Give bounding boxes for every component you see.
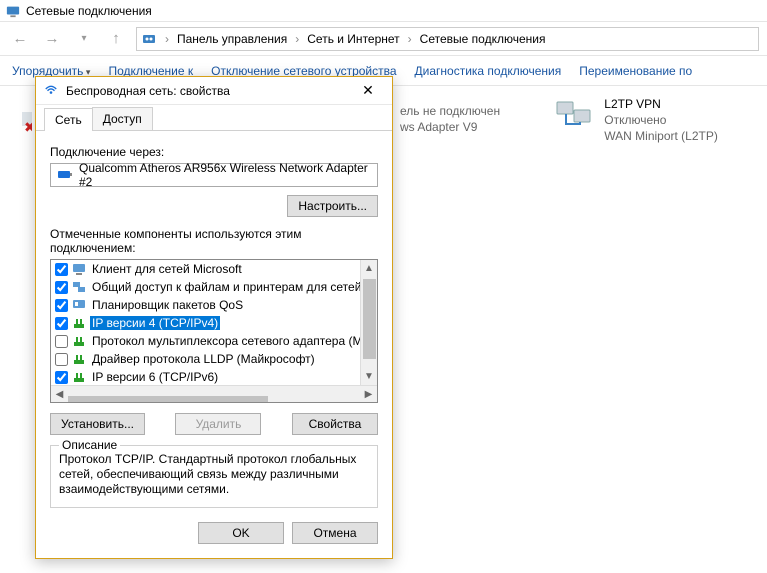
tab-network[interactable]: Сеть: [44, 108, 93, 131]
nav-recent-dropdown[interactable]: ▾: [72, 27, 96, 51]
adapter-field[interactable]: Qualcomm Atheros AR956x Wireless Network…: [50, 163, 378, 187]
connection-l2tp-vpn[interactable]: L2TP VPN Отключено WAN Miniport (L2TP): [554, 96, 751, 563]
chevron-right-icon[interactable]: ›: [291, 32, 303, 46]
component-label: Клиент для сетей Microsoft: [90, 262, 244, 276]
client-icon: [72, 262, 86, 276]
component-item[interactable]: Протокол мультиплексора сетевого адаптер…: [51, 332, 360, 350]
description-text: Протокол TCP/IP. Стандартный протокол гл…: [59, 452, 369, 497]
components-listbox[interactable]: Клиент для сетей Microsoft Общий доступ к…: [50, 259, 378, 403]
cancel-button[interactable]: Отмена: [292, 522, 378, 544]
component-item[interactable]: Планировщик пакетов QoS: [51, 296, 360, 314]
component-item[interactable]: IP версии 4 (TCP/IPv4): [51, 314, 360, 332]
disabled-connection-icon: ✖: [22, 110, 32, 134]
component-item[interactable]: Общий доступ к файлам и принтерам для се…: [51, 278, 360, 296]
chevron-right-icon[interactable]: ›: [161, 32, 173, 46]
connection-device: WAN Miniport (L2TP): [604, 128, 718, 144]
component-item[interactable]: Драйвер протокола LLDP (Майкрософт): [51, 350, 360, 368]
network-adapter-icon: [57, 166, 73, 185]
description-group: Описание Протокол TCP/IP. Стандартный пр…: [50, 445, 378, 508]
dialog-title: Беспроводная сеть: свойства: [66, 84, 344, 98]
dialog-titlebar: Беспроводная сеть: свойства ✕: [36, 77, 392, 105]
component-checkbox[interactable]: [55, 281, 68, 294]
breadcrumb-item[interactable]: Сеть и Интернет: [307, 32, 399, 46]
component-label: IP версии 4 (TCP/IPv4): [90, 316, 220, 330]
component-checkbox[interactable]: [55, 299, 68, 312]
tab-access[interactable]: Доступ: [92, 107, 153, 130]
component-checkbox[interactable]: [55, 335, 68, 348]
component-label: Общий доступ к файлам и принтерам для се…: [90, 280, 360, 294]
scroll-thumb[interactable]: [363, 279, 376, 359]
horizontal-scrollbar[interactable]: ◀ ▶: [51, 385, 377, 402]
svg-text:✖: ✖: [24, 119, 32, 134]
explorer-title: Сетевые подключения: [26, 4, 152, 18]
protocol-icon: [72, 316, 86, 330]
connection-status: Отключено: [604, 112, 718, 128]
components-label: Отмеченные компоненты используются этим …: [50, 227, 378, 255]
chevron-right-icon[interactable]: ›: [404, 32, 416, 46]
rename-button[interactable]: Переименование по: [579, 64, 692, 78]
dialog-tabstrip: Сеть Доступ: [36, 107, 392, 131]
share-icon: [72, 280, 86, 294]
protocol-icon: [72, 334, 86, 348]
explorer-titlebar: Сетевые подключения: [0, 0, 767, 22]
connection-name: L2TP VPN: [604, 96, 718, 112]
component-item[interactable]: Клиент для сетей Microsoft: [51, 260, 360, 278]
component-checkbox[interactable]: [55, 353, 68, 366]
component-label: Драйвер протокола LLDP (Майкрософт): [90, 352, 317, 366]
protocol-icon: [72, 352, 86, 366]
connect-using-label: Подключение через:: [50, 145, 378, 159]
description-legend: Описание: [59, 438, 120, 452]
control-panel-icon: [141, 31, 157, 47]
nav-up-button[interactable]: ↑: [104, 27, 128, 51]
connection-details: L2TP VPN Отключено WAN Miniport (L2TP): [604, 96, 718, 563]
vpn-connection-icon: [554, 96, 594, 136]
nav-forward-button[interactable]: →: [40, 27, 64, 51]
component-label: Планировщик пакетов QoS: [90, 298, 245, 312]
breadcrumb-item[interactable]: Панель управления: [177, 32, 287, 46]
adapter-name: Qualcomm Atheros AR956x Wireless Network…: [79, 161, 371, 189]
dialog-body: Подключение через: Qualcomm Atheros AR95…: [36, 131, 392, 512]
explorer-address-bar: ← → ▾ ↑ › Панель управления › Сеть и Инт…: [0, 22, 767, 56]
wifi-icon: [44, 82, 58, 99]
properties-button[interactable]: Свойства: [292, 413, 378, 435]
scroll-thumb[interactable]: [68, 396, 268, 403]
component-checkbox[interactable]: [55, 263, 68, 276]
close-icon: ✕: [362, 82, 374, 99]
component-label: IP версии 6 (TCP/IPv6): [90, 370, 220, 384]
scroll-down-icon[interactable]: ▼: [361, 368, 377, 385]
protocol-icon: [72, 370, 86, 384]
configure-button[interactable]: Настроить...: [287, 195, 378, 217]
component-checkbox[interactable]: [55, 317, 68, 330]
properties-dialog: Беспроводная сеть: свойства ✕ Сеть Досту…: [35, 76, 393, 559]
network-connections-icon: [6, 4, 20, 18]
install-button[interactable]: Установить...: [50, 413, 145, 435]
dialog-footer: OK Отмена: [36, 512, 392, 558]
breadcrumb-item[interactable]: Сетевые подключения: [420, 32, 546, 46]
breadcrumb-bar[interactable]: › Панель управления › Сеть и Интернет › …: [136, 27, 759, 51]
component-item[interactable]: IP версии 6 (TCP/IPv6): [51, 368, 360, 385]
qos-icon: [72, 298, 86, 312]
scroll-left-icon[interactable]: ◀: [51, 386, 68, 402]
remove-button[interactable]: Удалить: [175, 413, 261, 435]
diagnose-button[interactable]: Диагностика подключения: [415, 64, 562, 78]
vertical-scrollbar[interactable]: ▲ ▼: [360, 260, 377, 385]
scroll-up-icon[interactable]: ▲: [361, 260, 377, 277]
component-label: Протокол мультиплексора сетевого адаптер…: [90, 334, 360, 348]
component-checkbox[interactable]: [55, 371, 68, 384]
close-button[interactable]: ✕: [352, 80, 384, 102]
ok-button[interactable]: OK: [198, 522, 284, 544]
scroll-right-icon[interactable]: ▶: [360, 386, 377, 402]
nav-back-button[interactable]: ←: [8, 27, 32, 51]
